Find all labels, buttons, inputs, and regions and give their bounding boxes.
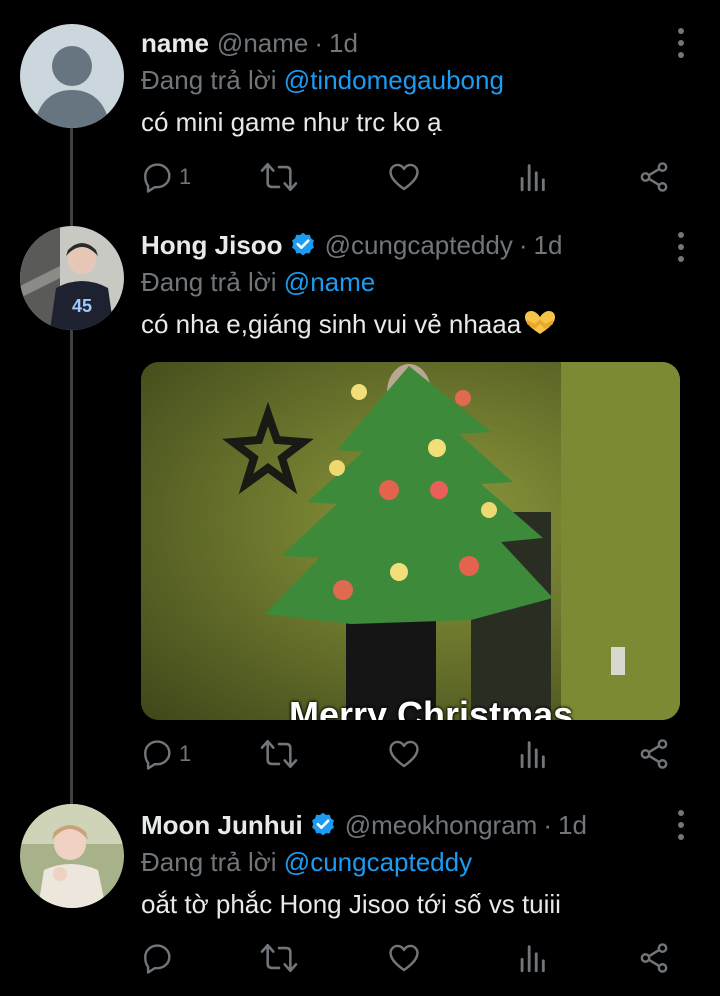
tweet-media-gif[interactable]: Merry Christmas <box>141 362 680 720</box>
reply-count: 1 <box>179 741 192 766</box>
heart-hands-emoji <box>523 310 557 344</box>
analytics-icon <box>520 164 545 192</box>
handle[interactable]: @name <box>217 26 308 60</box>
share-icon <box>640 739 668 769</box>
verified-badge-icon <box>289 231 317 259</box>
like-icon <box>389 163 419 191</box>
reply-icon <box>144 944 171 974</box>
handle[interactable]: @meokhongram <box>345 808 538 842</box>
like-button[interactable] <box>387 157 421 197</box>
retweet-icon <box>260 943 298 973</box>
like-button[interactable] <box>387 938 421 978</box>
share-button[interactable] <box>637 157 671 197</box>
replying-prefix: Đang trả lời <box>141 65 277 95</box>
retweet-button[interactable] <box>259 938 299 978</box>
reply-icon <box>144 163 171 193</box>
tweet-header: Moon Junhui @meokhongram · 1d <box>141 808 690 842</box>
display-name[interactable]: Moon Junhui <box>141 808 303 842</box>
timestamp[interactable]: 1d <box>534 228 563 262</box>
tweet-text: oắt tờ phắc Hong Jisoo tới số vs tuiii <box>141 889 561 919</box>
action-bar: 1 <box>141 157 671 197</box>
tweet-text: có mini game như trc ko ạ <box>141 107 442 137</box>
tweet-header: name @name · 1d <box>141 26 690 60</box>
avatar[interactable] <box>20 804 124 908</box>
avatar[interactable] <box>20 24 124 128</box>
more-icon[interactable] <box>674 232 688 262</box>
verified-badge-icon <box>309 811 337 839</box>
separator: · <box>543 810 553 840</box>
replying-prefix: Đang trả lời <box>141 847 277 877</box>
timestamp[interactable]: 1d <box>329 26 358 60</box>
tweet-1[interactable]: name @name · 1d Đang trả lời @tindomegau… <box>0 0 720 210</box>
svg-text:45: 45 <box>72 296 92 316</box>
reply-button[interactable] <box>141 938 179 978</box>
retweet-button[interactable] <box>259 734 299 774</box>
analytics-button[interactable] <box>515 157 549 197</box>
analytics-button[interactable] <box>515 938 549 978</box>
more-icon[interactable] <box>674 810 688 840</box>
handle[interactable]: @cungcapteddy <box>325 228 513 262</box>
action-bar: 1 <box>141 734 671 774</box>
gif-caption: Merry Christmas <box>289 694 574 720</box>
retweet-button[interactable] <box>259 157 299 197</box>
separator: · <box>518 230 528 260</box>
replying-prefix: Đang trả lời <box>141 267 277 297</box>
more-icon[interactable] <box>674 28 688 58</box>
tweet-header: Hong Jisoo @cungcapteddy · 1d <box>141 228 690 262</box>
display-name[interactable]: Hong Jisoo <box>141 228 283 262</box>
mention-link[interactable]: @tindomegaubong <box>284 65 504 95</box>
avatar[interactable]: 45 <box>20 226 124 330</box>
like-icon <box>389 944 419 972</box>
tweet-text: có nha e,giáng sinh vui vẻ nhaaa <box>141 309 522 339</box>
mention-link[interactable]: @name <box>284 267 375 297</box>
reply-button[interactable]: 1 <box>141 157 191 197</box>
analytics-button[interactable] <box>515 734 549 774</box>
share-icon <box>640 162 668 192</box>
replying-to: Đang trả lời @cungcapteddy <box>141 845 690 879</box>
analytics-icon <box>520 741 545 769</box>
retweet-icon <box>260 739 298 769</box>
retweet-icon <box>260 162 298 192</box>
separator: · <box>314 28 324 58</box>
reply-count: 1 <box>179 164 192 189</box>
like-icon <box>389 740 419 768</box>
tweet-3[interactable]: Moon Junhui @meokhongram · 1d Đang trả l… <box>0 790 720 996</box>
action-bar <box>141 938 671 978</box>
timestamp[interactable]: 1d <box>558 808 587 842</box>
display-name[interactable]: name <box>141 26 209 60</box>
replying-to: Đang trả lời @tindomegaubong <box>141 63 690 97</box>
reply-icon <box>144 740 171 770</box>
mention-link[interactable]: @cungcapteddy <box>284 847 472 877</box>
share-button[interactable] <box>637 734 671 774</box>
analytics-icon <box>520 945 545 973</box>
replying-to: Đang trả lời @name <box>141 265 690 299</box>
share-icon <box>640 943 668 973</box>
share-button[interactable] <box>637 938 671 978</box>
reply-button[interactable]: 1 <box>141 734 191 774</box>
like-button[interactable] <box>387 734 421 774</box>
tweet-text-row: có nha e,giáng sinh vui vẻ nhaaa <box>141 307 690 344</box>
